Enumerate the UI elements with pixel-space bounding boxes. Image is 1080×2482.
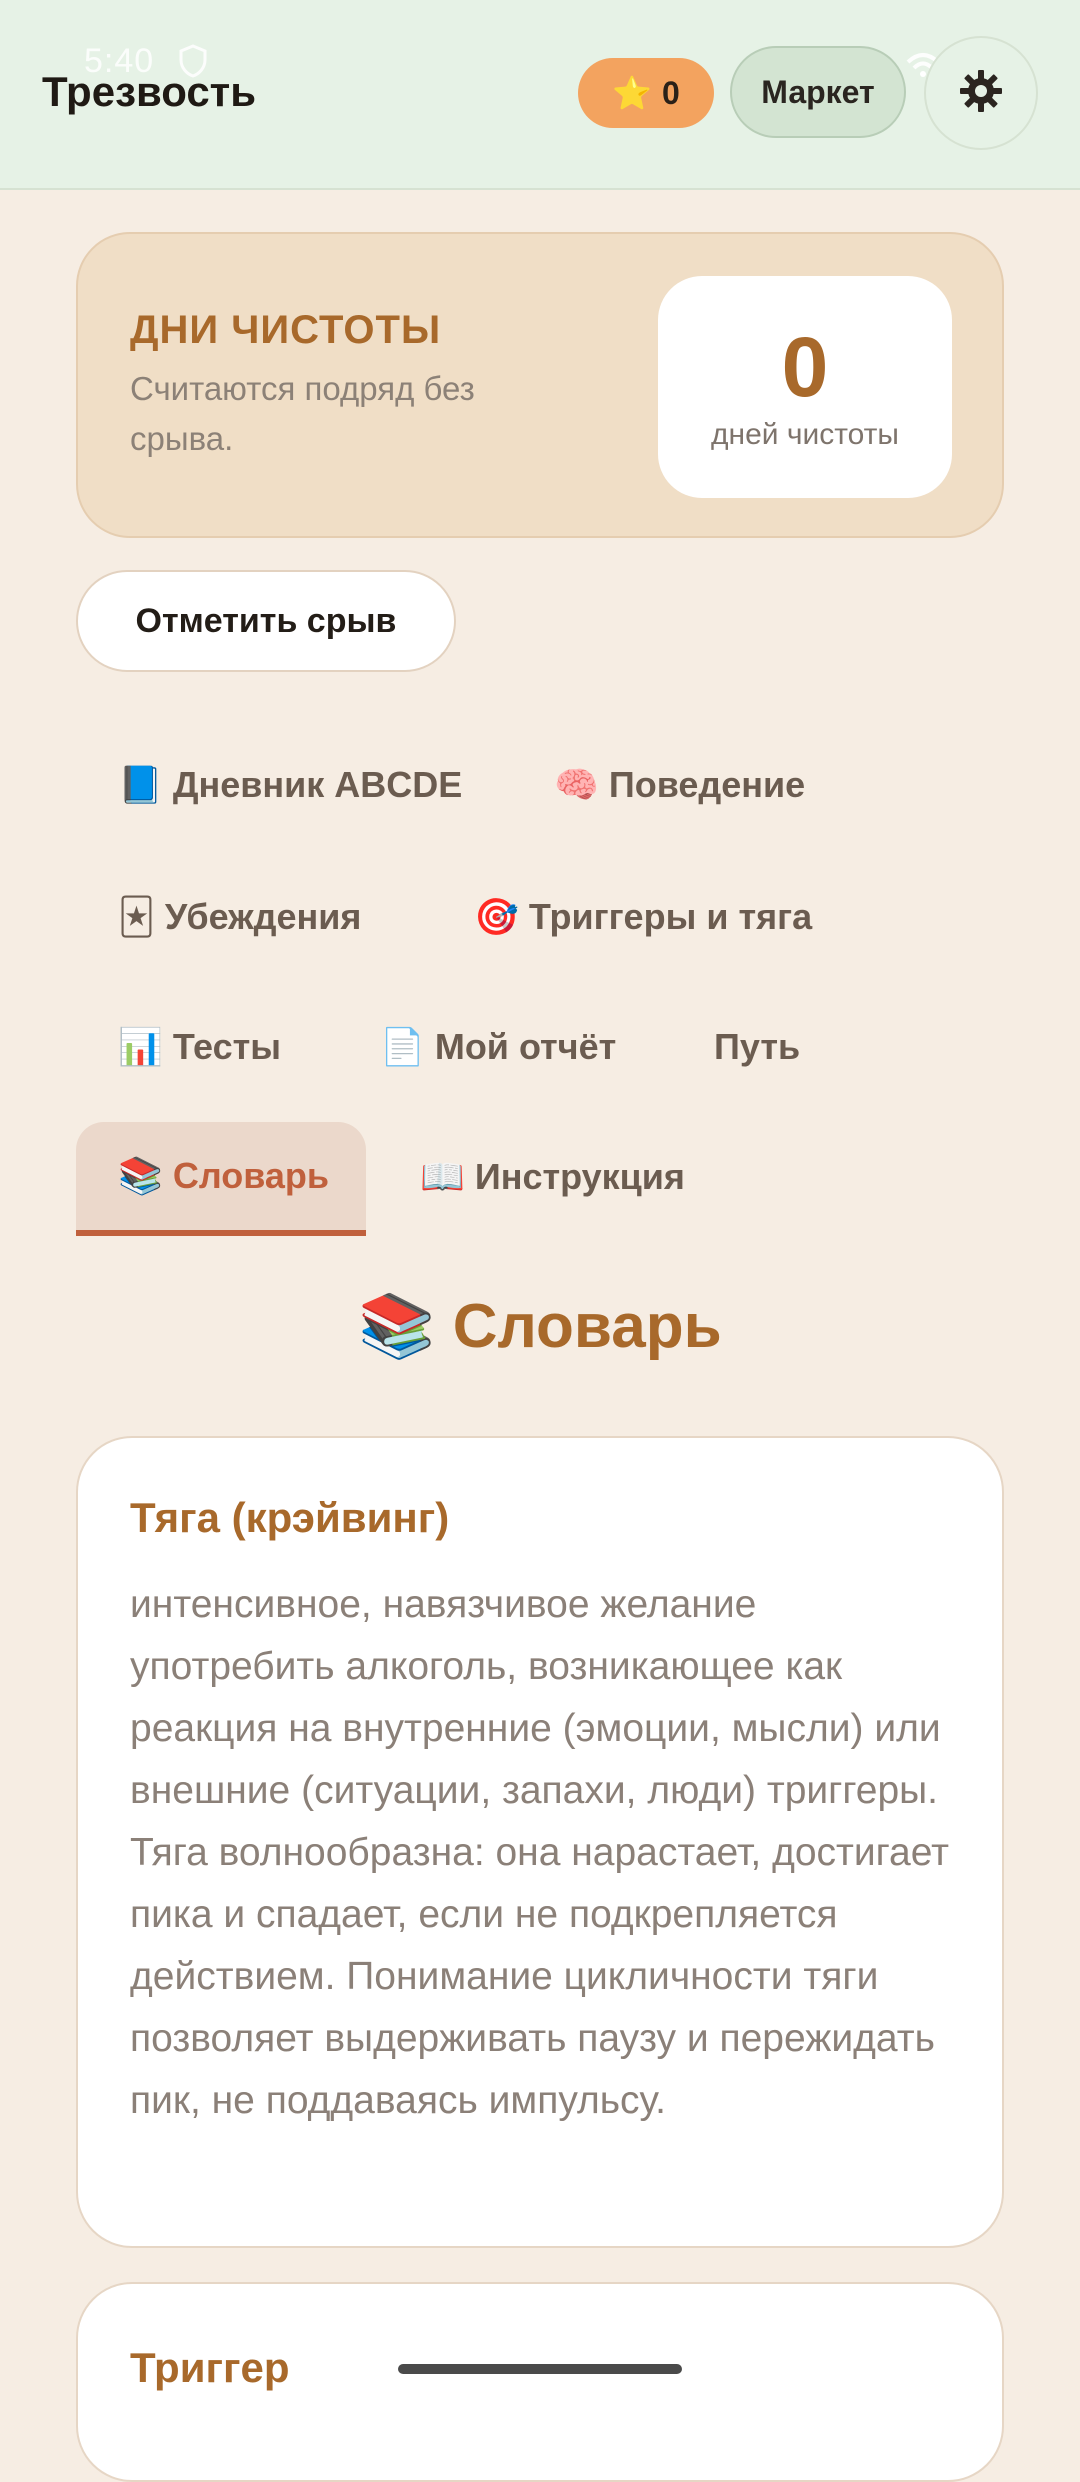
app-title: Трезвость [42,68,257,115]
blue-book-icon: 📘 [118,764,163,805]
home-indicator[interactable] [398,2364,682,2374]
tab-label: Дневник ABCDE [172,764,463,805]
streak-counter-box: 0 дней чистоты [658,276,952,498]
app-header: 5:40 Трезвость ⭐ 0 Маркет [0,0,1080,190]
document-icon: 📄 [380,1026,425,1067]
tab-beliefs[interactable]: 🃏 Убеждения [76,862,403,972]
books-icon: 📚 [118,1155,163,1196]
open-book-icon: 📖 [420,1156,465,1197]
tab-label: Путь [714,1026,801,1067]
tab-label: Триггеры и тяга [528,896,813,937]
tab-label: Мой отчёт [434,1026,617,1067]
tab-label: Поведение [608,764,806,805]
target-icon: 🎯 [474,896,519,937]
tab-triggers-craving[interactable]: 🎯 Триггеры и тяга [432,862,854,972]
tab-label: Инструкция [474,1156,685,1197]
streak-subtitle: Считаются подряд без срыва. [130,370,475,457]
settings-button[interactable] [924,36,1038,150]
streak-days-value: 0 [781,320,829,414]
streak-card: ДНИ ЧИСТОТЫ Считаются подряд без срыва. … [76,232,1004,538]
joker-card-icon: 🃏 [118,896,155,937]
tab-instructions[interactable]: 📖 Инструкция [378,1122,727,1232]
brain-icon: 🧠 [554,764,599,805]
stars-counter[interactable]: ⭐ 0 [578,58,714,128]
glossary-term: Триггер [130,2344,290,2391]
tab-behavior[interactable]: 🧠 Поведение [512,730,847,840]
tab-tests[interactable]: 📊 Тесты [76,992,323,1102]
tab-path[interactable]: Путь [672,992,842,1102]
tab-label: Тесты [172,1026,281,1067]
page-title: 📚 Словарь [0,1290,1080,1363]
tab-abcde-diary[interactable]: 📘 Дневник ABCDE [76,730,504,840]
stars-count: 0 [662,74,680,111]
glossary-definition: интенсивное, навязчивое желание употреби… [130,1583,949,2122]
tab-glossary[interactable]: 📚 Словарь [76,1122,366,1236]
tab-label: Убеждения [164,896,362,937]
bar-chart-icon: 📊 [118,1026,163,1067]
tab-label: Словарь [172,1155,330,1196]
section-title-text: Словарь [452,1292,722,1361]
star-icon: ⭐ [612,75,653,111]
books-icon: 📚 [358,1292,436,1361]
market-button[interactable]: Маркет [730,46,906,138]
glossary-card: Триггер [76,2282,1004,2482]
streak-days-unit: дней чистоты [711,418,899,451]
tab-my-report[interactable]: 📄 Мой отчёт [338,992,658,1102]
gear-icon [958,68,1004,119]
glossary-card: Тяга (крэйвинг) интенсивное, навязчивое … [76,1436,1004,2248]
glossary-term: Тяга (крэйвинг) [130,1494,450,1541]
mark-relapse-button[interactable]: Отметить срыв [76,570,456,672]
streak-title: ДНИ ЧИСТОТЫ [130,308,442,352]
